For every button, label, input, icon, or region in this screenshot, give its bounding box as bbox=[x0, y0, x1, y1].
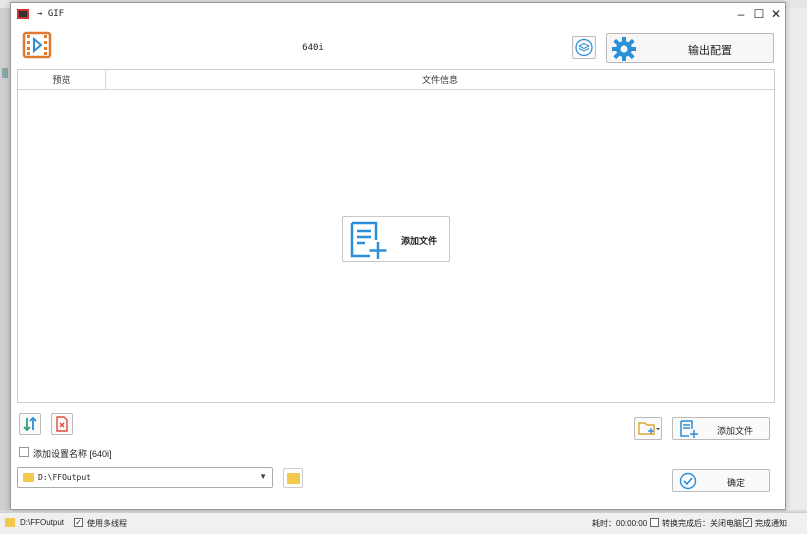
folder-icon bbox=[5, 518, 15, 527]
maximize-button[interactable]: ☐ bbox=[751, 6, 767, 22]
ok-label: 确定 bbox=[727, 478, 746, 488]
folder-icon bbox=[287, 473, 300, 484]
add-folder-button[interactable] bbox=[634, 417, 662, 440]
add-file-center-label: 添加文件 bbox=[401, 236, 438, 246]
presets-button[interactable] bbox=[572, 36, 596, 59]
chevron-down-icon: ▼ bbox=[259, 472, 267, 481]
add-file-label: 添加文件 bbox=[717, 426, 754, 436]
statusbar: D:\FFOutput ✓ 使用多线程 耗时：00:00:00 转换完成后：关闭… bbox=[0, 512, 807, 534]
add-folder-icon bbox=[638, 422, 660, 435]
output-config-label: 输出配置 bbox=[688, 45, 732, 57]
column-header-preview[interactable]: 预览 bbox=[18, 70, 106, 90]
dialog-header: 640i 输出配置 bbox=[11, 25, 785, 69]
add-file-icon bbox=[350, 221, 387, 259]
after-convert-checkbox[interactable] bbox=[650, 518, 659, 527]
remove-file-icon bbox=[56, 416, 68, 432]
add-preset-name-label: 添加设置名称 [640i] bbox=[33, 449, 112, 459]
background-marker bbox=[2, 68, 8, 78]
file-list[interactable]: 预览 文件信息 添加文件 bbox=[17, 69, 775, 403]
ok-button[interactable]: 确定 bbox=[672, 469, 770, 492]
preset-name: 640i bbox=[302, 43, 324, 53]
sort-button[interactable] bbox=[19, 413, 41, 435]
column-header-file-info[interactable]: 文件信息 bbox=[106, 70, 774, 90]
notify-checkbox[interactable]: ✓ bbox=[743, 518, 752, 527]
after-convert-label: 转换完成后：关闭电脑 bbox=[662, 519, 742, 528]
output-folder-select[interactable]: D:\FFOutput ▼ bbox=[17, 467, 273, 488]
add-file-center-button[interactable]: 添加文件 bbox=[342, 216, 450, 262]
minimize-button[interactable]: – bbox=[733, 6, 749, 22]
output-config-button[interactable]: 输出配置 bbox=[606, 33, 774, 63]
window-title: → GIF bbox=[37, 9, 65, 19]
check-circle-icon bbox=[679, 472, 697, 490]
gear-icon bbox=[612, 37, 636, 61]
add-preset-name-checkbox[interactable] bbox=[19, 447, 29, 457]
folder-icon bbox=[23, 473, 34, 482]
titlebar: → GIF – ☐ ✕ bbox=[11, 3, 785, 25]
app-icon bbox=[17, 9, 29, 19]
elapsed-time: 耗时：00:00:00 bbox=[592, 519, 648, 528]
multithread-checkbox[interactable]: ✓ bbox=[74, 518, 83, 527]
output-folder-path: D:\FFOutput bbox=[38, 473, 91, 482]
layers-icon bbox=[575, 38, 593, 57]
close-button[interactable]: ✕ bbox=[768, 6, 784, 22]
remove-file-button[interactable] bbox=[51, 413, 73, 435]
notify-label: 完成通知 bbox=[755, 519, 787, 528]
background-window-left bbox=[0, 8, 10, 510]
add-file-button[interactable]: 添加文件 bbox=[672, 417, 770, 440]
multithread-label: 使用多线程 bbox=[87, 519, 127, 528]
statusbar-output-path[interactable]: D:\FFOutput bbox=[20, 518, 64, 527]
browse-folder-button[interactable] bbox=[283, 468, 303, 488]
gif-conversion-dialog: → GIF – ☐ ✕ 640i 输出配置 预览 文件信息 添加文件 添加设置名… bbox=[10, 2, 786, 510]
add-file-icon bbox=[680, 420, 698, 438]
sort-icon bbox=[23, 416, 37, 432]
